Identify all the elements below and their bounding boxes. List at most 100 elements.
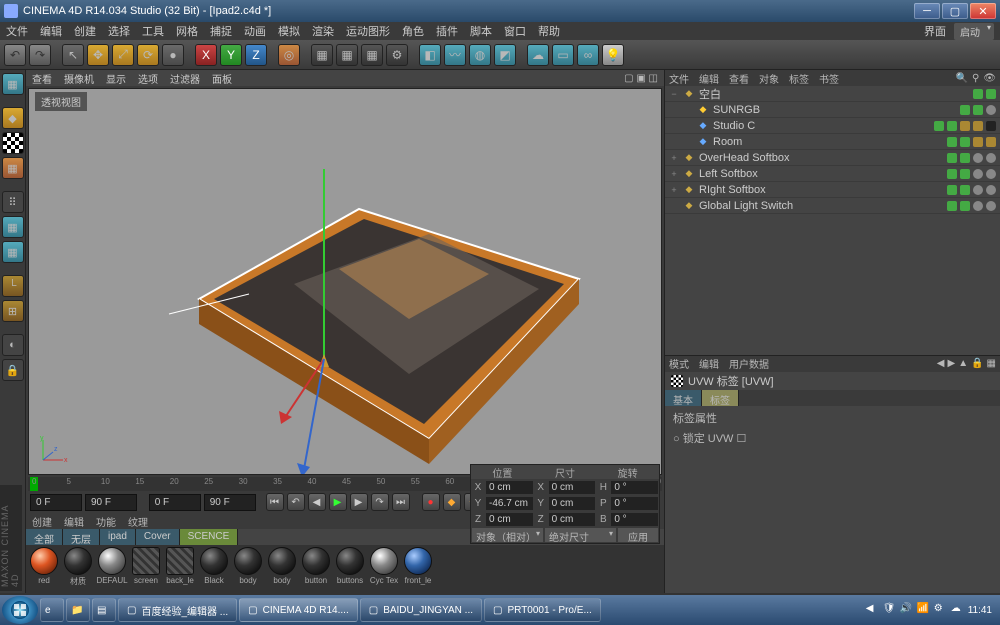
material-item[interactable]: Black [198, 547, 230, 585]
add-spline-button[interactable]: 〰 [444, 44, 466, 66]
attr-menu-item[interactable]: 模式 [669, 356, 689, 371]
tray-icon[interactable]: ◀ [866, 603, 880, 617]
quick-launch-app[interactable]: ▤ [92, 598, 116, 622]
axis-button[interactable]: └ [2, 275, 24, 297]
object-menu-item[interactable]: 对象 [759, 71, 779, 86]
object-node[interactable]: −◆空白 [665, 86, 1000, 102]
lock-uvw-checkbox[interactable]: ○ 锁定 UVW ☐ [673, 430, 992, 446]
menu-item[interactable]: 捕捉 [210, 23, 232, 39]
autokey-button[interactable]: ◆ [443, 493, 461, 511]
object-menu-item[interactable]: 书签 [819, 71, 839, 86]
tag-icon[interactable] [986, 185, 996, 195]
viewport-menu-item[interactable]: 查看 [32, 71, 52, 86]
tag-icon[interactable] [973, 137, 983, 147]
viewport[interactable]: 透视视图 x y z [28, 88, 662, 475]
attr-tab[interactable]: 基本 [665, 390, 702, 406]
coord-input[interactable]: 0 cm [549, 497, 596, 510]
object-node[interactable]: ◆Global Light Switch [665, 198, 1000, 214]
tag-icon[interactable] [973, 169, 983, 179]
tag-icon[interactable] [947, 201, 957, 211]
viewport-menu-item[interactable]: 显示 [106, 71, 126, 86]
material-manager[interactable]: red材质DEFAULscreenback_leBlackbodybodybut… [26, 545, 664, 593]
menu-item[interactable]: 渲染 [312, 23, 334, 39]
search-icon[interactable]: 🔍 [956, 73, 968, 84]
menu-item[interactable]: 模拟 [278, 23, 300, 39]
next-frame-button[interactable]: ▶ [350, 493, 368, 511]
object-menu-item[interactable]: 编辑 [699, 71, 719, 86]
coord-mode-dropdown[interactable]: 对象（相对） [472, 528, 543, 542]
viewport-solo-button[interactable]: ◐ [2, 334, 24, 356]
layout-dropdown[interactable]: 启动 [954, 23, 994, 40]
coord-input[interactable]: 0 cm [486, 481, 533, 494]
record-button[interactable]: ● [422, 493, 440, 511]
tray-clock[interactable]: 11:41 [968, 605, 992, 616]
viewport-menu-item[interactable]: 摄像机 [64, 71, 94, 86]
object-node[interactable]: ◆SUNRGB [665, 102, 1000, 118]
eye-icon[interactable]: 👁 [983, 73, 996, 84]
material-item[interactable]: buttons [334, 547, 366, 585]
tray-icon[interactable]: 🛡 [883, 603, 897, 617]
menu-item[interactable]: 动画 [244, 23, 266, 39]
add-camera-button[interactable]: ▭ [552, 44, 574, 66]
menu-item[interactable]: 角色 [402, 23, 424, 39]
object-node[interactable]: +◆Left Softbox [665, 166, 1000, 182]
expand-icon[interactable]: + [669, 185, 679, 195]
tag-icon[interactable] [960, 169, 970, 179]
menu-item[interactable]: 创建 [74, 23, 96, 39]
tag-icon[interactable] [973, 105, 983, 115]
add-deformer-button[interactable]: ◩ [494, 44, 516, 66]
tag-icon[interactable] [973, 89, 983, 99]
tag-icon[interactable] [986, 153, 996, 163]
object-menu-item[interactable]: 查看 [729, 71, 749, 86]
tray-icon[interactable]: ☁ [951, 603, 965, 617]
snap-button[interactable]: ⊞ [2, 300, 24, 322]
material-item[interactable]: back_le [164, 547, 196, 585]
tag-icon[interactable] [947, 137, 957, 147]
filter-icon[interactable]: ⚲ [972, 73, 979, 84]
maximize-button[interactable]: ▢ [942, 3, 968, 19]
attr-tab[interactable]: 标签 [702, 390, 739, 406]
move-tool[interactable]: ✥ [87, 44, 109, 66]
material-item[interactable]: red [28, 547, 60, 585]
tag-icon[interactable] [986, 201, 996, 211]
menu-item[interactable]: 选择 [108, 23, 130, 39]
minimize-button[interactable]: ─ [914, 3, 940, 19]
goto-end-button[interactable]: ⏭ [392, 493, 410, 511]
viewport-menu-item[interactable]: 面板 [212, 71, 232, 86]
make-editable-button[interactable]: ▦ [2, 73, 24, 95]
object-menu-item[interactable]: 标签 [789, 71, 809, 86]
add-primitive-button[interactable]: ◧ [419, 44, 441, 66]
add-scene-button[interactable]: 💡 [602, 44, 624, 66]
menu-item[interactable]: 工具 [142, 23, 164, 39]
object-node[interactable]: ◆Room [665, 134, 1000, 150]
edge-mode-button[interactable]: ▦ [2, 216, 24, 238]
attr-menu-item[interactable]: 用户数据 [729, 356, 769, 371]
material-menu-item[interactable]: 创建 [32, 514, 52, 529]
taskbar-item[interactable]: ▢PRT0001 - Pro/E... [484, 598, 601, 622]
render-region-button[interactable]: ▦ [336, 44, 358, 66]
tag-icon[interactable] [973, 201, 983, 211]
redo-button[interactable]: ↷ [29, 44, 51, 66]
tag-icon[interactable] [973, 153, 983, 163]
tag-icon[interactable] [947, 185, 957, 195]
menu-item[interactable]: 插件 [436, 23, 458, 39]
last-tool[interactable]: ● [162, 44, 184, 66]
taskbar-item[interactable]: ▢CINEMA 4D R14.... [239, 598, 358, 622]
model-mode-button[interactable]: ◆ [2, 107, 24, 129]
menu-item[interactable]: 编辑 [40, 23, 62, 39]
nav-up-icon[interactable]: ▲ [958, 358, 968, 369]
next-key-button[interactable]: ↷ [371, 493, 389, 511]
attr-menu-item[interactable]: 编辑 [699, 356, 719, 371]
axis-z-toggle[interactable]: Z [245, 44, 267, 66]
material-menu-item[interactable]: 功能 [96, 514, 116, 529]
material-item[interactable]: DEFAUL [96, 547, 128, 585]
expand-icon[interactable]: − [669, 89, 679, 99]
material-layer-tab[interactable]: Cover [136, 529, 180, 545]
tag-icon[interactable] [960, 201, 970, 211]
tag-icon[interactable] [973, 121, 983, 131]
select-tool[interactable]: ↖ [62, 44, 84, 66]
material-item[interactable]: 材质 [62, 547, 94, 587]
expand-icon[interactable]: + [669, 153, 679, 163]
current-frame-input[interactable]: 0 F [149, 494, 201, 511]
render-view-button[interactable]: ▦ [311, 44, 333, 66]
